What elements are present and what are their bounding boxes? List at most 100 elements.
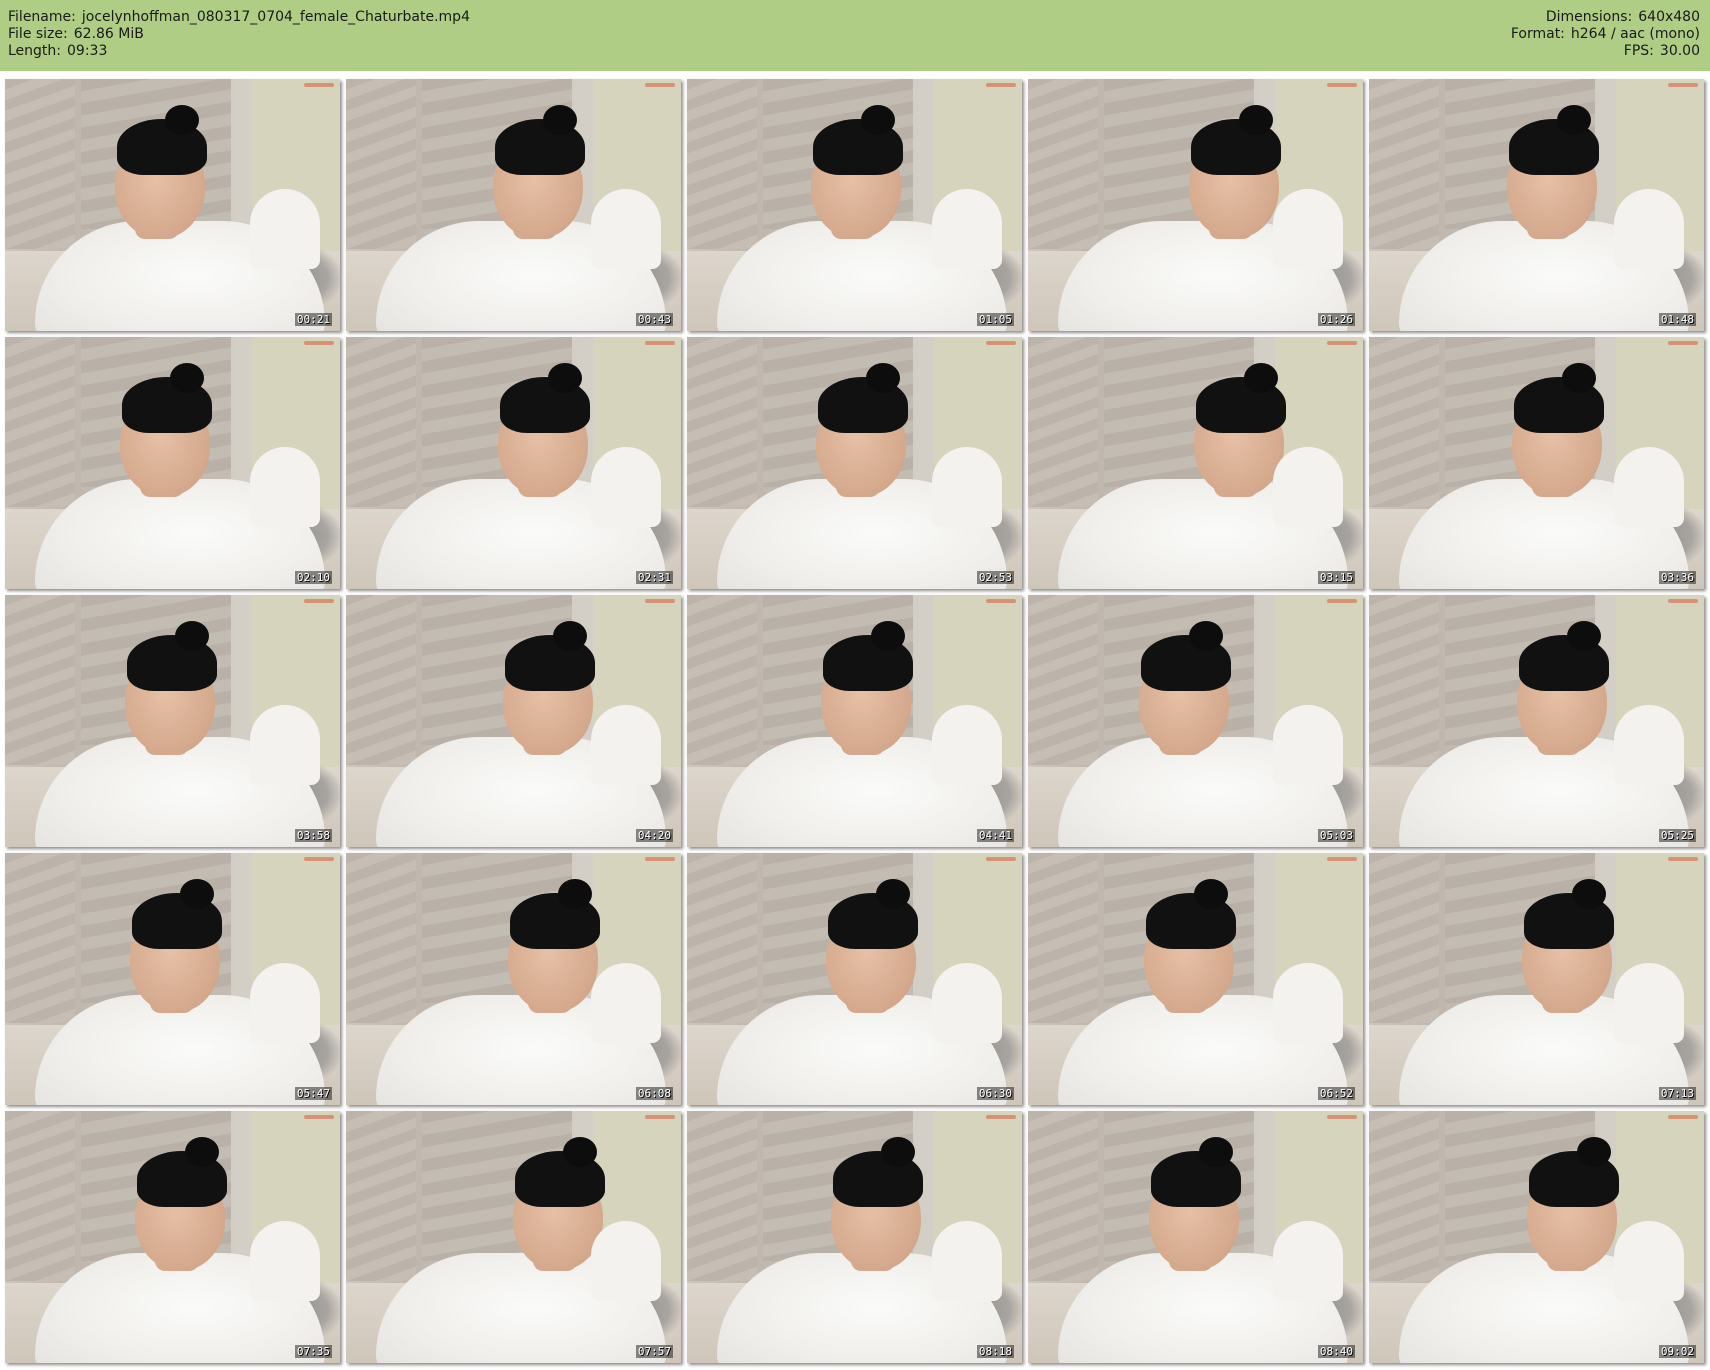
hair-bun (1562, 363, 1596, 393)
person-arm (1273, 963, 1343, 1043)
hair-bun (861, 105, 895, 135)
dimensions-row: Dimensions: 640x480 (1511, 9, 1700, 26)
video-frame-thumbnail[interactable]: 00:43 (346, 79, 681, 331)
frame-timestamp: 01:05 (976, 313, 1014, 326)
dimensions-value: 640x480 (1638, 9, 1700, 25)
video-frame-thumbnail[interactable]: 00:21 (5, 79, 340, 331)
wall-panel (1028, 595, 1098, 765)
video-frame-thumbnail[interactable]: 02:53 (687, 337, 1022, 589)
watermark (304, 599, 334, 603)
watermark (1668, 1115, 1698, 1119)
person-arm (591, 1221, 661, 1301)
watermark (1668, 83, 1698, 87)
hair-bun (876, 879, 910, 909)
fps-row: FPS: 30.00 (1511, 43, 1700, 60)
frame-timestamp: 03:36 (1658, 571, 1696, 584)
video-frame-thumbnail[interactable]: 02:31 (346, 337, 681, 589)
video-frame-thumbnail[interactable]: 02:10 (5, 337, 340, 589)
video-frame-thumbnail[interactable]: 03:15 (1028, 337, 1363, 589)
hair-bun (866, 363, 900, 393)
video-frame-thumbnail[interactable]: 01:26 (1028, 79, 1363, 331)
frame-timestamp: 04:20 (635, 829, 673, 842)
video-frame-thumbnail[interactable]: 06:08 (346, 853, 681, 1105)
hair-bun (165, 105, 199, 135)
video-frame-thumbnail[interactable]: 08:18 (687, 1111, 1022, 1363)
hair-bun (558, 879, 592, 909)
watermark (1327, 83, 1357, 87)
hair-bun (548, 363, 582, 393)
video-frame-thumbnail[interactable]: 05:25 (1369, 595, 1704, 847)
video-frame-thumbnail[interactable]: 07:13 (1369, 853, 1704, 1105)
hair-bun (871, 621, 905, 651)
video-frame-thumbnail[interactable]: 07:35 (5, 1111, 340, 1363)
hair-bun (1194, 879, 1228, 909)
watermark (1327, 341, 1357, 345)
hair-bun (1189, 621, 1223, 651)
frame-timestamp: 07:57 (635, 1345, 673, 1358)
person-arm (1273, 447, 1343, 527)
watermark (645, 1115, 675, 1119)
thumbnail-grid: 00:21 00:43 01:05 01:26 01:48 02:10 02:31 02:53… (5, 79, 1704, 1363)
video-frame-thumbnail[interactable]: 06:30 (687, 853, 1022, 1105)
wall-panel (5, 337, 75, 507)
video-frame-thumbnail[interactable]: 08:40 (1028, 1111, 1363, 1363)
video-frame-thumbnail[interactable]: 03:36 (1369, 337, 1704, 589)
video-frame-thumbnail[interactable]: 04:20 (346, 595, 681, 847)
watermark (986, 83, 1016, 87)
file-info-right: Dimensions: 640x480 Format: h264 / aac (mo… (1511, 9, 1700, 60)
frame-timestamp: 05:03 (1317, 829, 1355, 842)
hair-bun (170, 363, 204, 393)
video-frame-thumbnail[interactable]: 06:52 (1028, 853, 1363, 1105)
frame-timestamp: 02:31 (635, 571, 673, 584)
watermark (304, 1115, 334, 1119)
wall-panel (1028, 1111, 1098, 1281)
frame-timestamp: 07:35 (294, 1345, 332, 1358)
frame-timestamp: 03:58 (294, 829, 332, 842)
frame-timestamp: 01:26 (1317, 313, 1355, 326)
video-frame-thumbnail[interactable]: 05:47 (5, 853, 340, 1105)
person-arm (591, 447, 661, 527)
watermark (645, 857, 675, 861)
wall-panel (1369, 595, 1439, 765)
hair-bun (175, 621, 209, 651)
wall-panel (687, 595, 757, 765)
person-arm (1614, 1221, 1684, 1301)
watermark (1327, 857, 1357, 861)
frame-timestamp: 06:30 (976, 1087, 1014, 1100)
hair-bun (1557, 105, 1591, 135)
person-arm (1614, 189, 1684, 269)
frame-timestamp: 02:10 (294, 571, 332, 584)
video-frame-thumbnail[interactable]: 01:48 (1369, 79, 1704, 331)
hair-bun (1567, 621, 1601, 651)
hair-bun (180, 879, 214, 909)
filesize-label: File size: (8, 26, 68, 42)
watermark (986, 857, 1016, 861)
wall-panel (1028, 337, 1098, 507)
format-label: Format: (1510, 26, 1565, 42)
hair-bun (1572, 879, 1606, 909)
hair-bun (185, 1137, 219, 1167)
frame-timestamp: 06:52 (1317, 1087, 1355, 1100)
person-arm (1614, 447, 1684, 527)
person-arm (250, 705, 320, 785)
video-frame-thumbnail[interactable]: 09:02 (1369, 1111, 1704, 1363)
watermark (304, 83, 334, 87)
wall-panel (687, 337, 757, 507)
frame-timestamp: 07:13 (1658, 1087, 1696, 1100)
video-frame-thumbnail[interactable]: 05:03 (1028, 595, 1363, 847)
person-arm (1273, 1221, 1343, 1301)
person-arm (932, 189, 1002, 269)
person-arm (250, 447, 320, 527)
wall-panel (1369, 1111, 1439, 1281)
wall-panel (1028, 853, 1098, 1023)
frame-timestamp: 02:53 (976, 571, 1014, 584)
frame-timestamp: 05:25 (1658, 829, 1696, 842)
video-frame-thumbnail[interactable]: 01:05 (687, 79, 1022, 331)
video-frame-thumbnail[interactable]: 03:58 (5, 595, 340, 847)
wall-panel (346, 595, 416, 765)
watermark (645, 83, 675, 87)
video-frame-thumbnail[interactable]: 04:41 (687, 595, 1022, 847)
wall-panel (5, 853, 75, 1023)
hair-bun (881, 1137, 915, 1167)
video-frame-thumbnail[interactable]: 07:57 (346, 1111, 681, 1363)
